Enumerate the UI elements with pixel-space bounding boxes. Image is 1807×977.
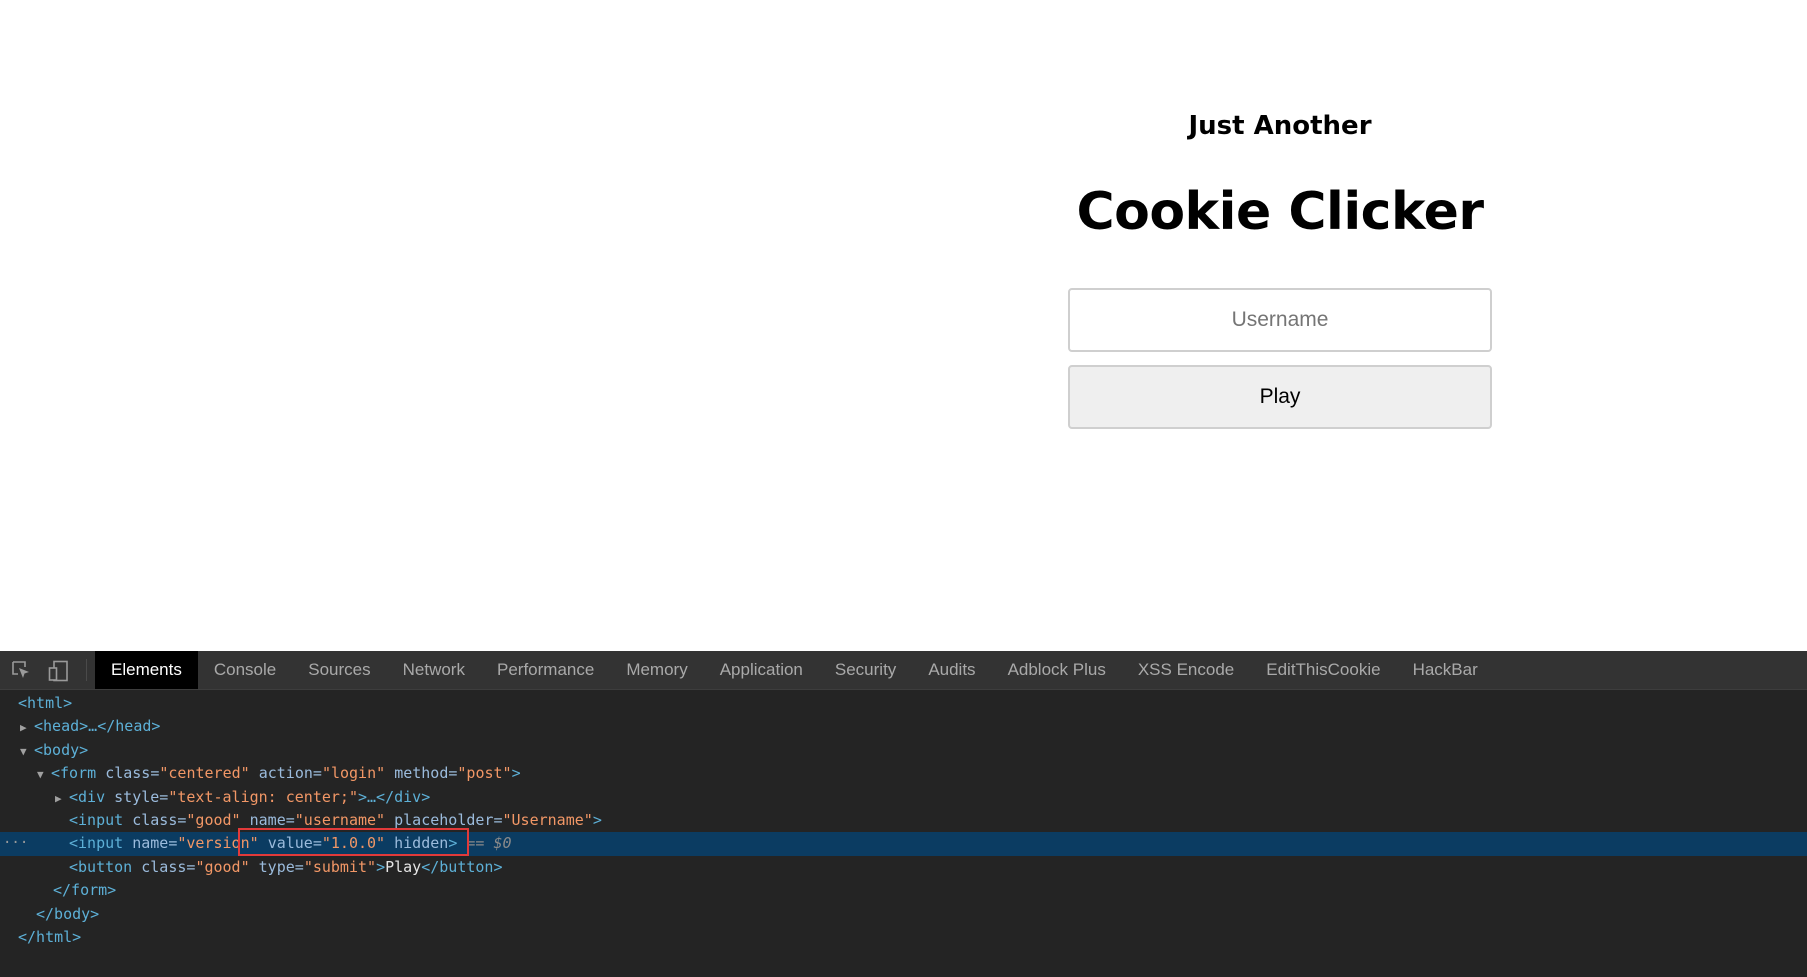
html-open-tag: <html> <box>18 694 73 712</box>
attr-name: class= <box>132 810 187 829</box>
dom-node-input-version-selected[interactable]: ··· <input name="version" value="1.0.0" h… <box>0 828 1807 857</box>
attr-name: type= <box>258 857 304 876</box>
dom-node-form[interactable]: ▼ <form class="centered" action="login" m… <box>0 762 1807 785</box>
tag-close: > <box>448 834 458 853</box>
selected-node-marker: == $0 <box>466 834 512 853</box>
dom-tree: <html> ▶ <head>…</head> ▼ <body> ▼ <form cl… <box>0 692 1807 949</box>
tab-adblock-plus[interactable]: Adblock Plus <box>992 651 1122 689</box>
form-close-tag: </form> <box>53 881 117 900</box>
attr-value: "submit" <box>303 857 377 876</box>
attr-name: action= <box>258 764 322 783</box>
devtools-tabs: Elements Console Sources Network Perform… <box>95 651 1494 689</box>
button-tag: <button <box>69 857 133 876</box>
dom-node-form-close[interactable]: </form> <box>0 879 1807 902</box>
page-title: Cookie Clicker <box>1076 182 1484 242</box>
tab-security[interactable]: Security <box>819 651 912 689</box>
devtools-toolbar: Elements Console Sources Network Perform… <box>0 651 1807 690</box>
page-subtitle: Just Another <box>1188 111 1372 141</box>
dom-node-div[interactable]: ▶ <div style="text-align: center;">…</div… <box>0 786 1807 809</box>
attr-name: name= <box>249 810 295 829</box>
attr-hidden: hidden <box>394 834 449 853</box>
collapse-triangle-icon[interactable]: ▼ <box>20 740 34 763</box>
attr-value: "Username" <box>502 810 593 829</box>
html-close-tag: </html> <box>18 927 82 946</box>
input-tag: <input <box>69 834 124 853</box>
play-button[interactable]: Play <box>1068 365 1492 429</box>
input-tag: <input <box>69 810 124 829</box>
dom-node-head[interactable]: ▶ <head>…</head> <box>0 715 1807 738</box>
collapse-triangle-icon[interactable]: ▼ <box>37 763 51 786</box>
dom-node-body-close[interactable]: </body> <box>0 903 1807 926</box>
attr-value: "centered" <box>159 764 250 783</box>
web-page: Just Another Cookie Clicker Play <box>0 0 1807 651</box>
tab-console[interactable]: Console <box>198 651 292 689</box>
tab-elements[interactable]: Elements <box>95 651 198 689</box>
dom-node-button[interactable]: <button class="good" type="submit">Play<… <box>0 856 1807 879</box>
attr-name: style= <box>114 787 169 806</box>
tab-xss-encode[interactable]: XSS Encode <box>1122 651 1250 689</box>
attr-name: class= <box>141 857 196 876</box>
tab-audits[interactable]: Audits <box>912 651 991 689</box>
attr-value: "good" <box>195 857 250 876</box>
attr-value-version: "1.0.0" <box>321 834 386 853</box>
tab-application[interactable]: Application <box>704 651 819 689</box>
attr-value: "post" <box>457 764 512 783</box>
tab-memory[interactable]: Memory <box>610 651 703 689</box>
tab-editthiscookie[interactable]: EditThisCookie <box>1250 651 1396 689</box>
attr-name: method= <box>394 764 458 783</box>
dom-node-body[interactable]: ▼ <body> <box>0 739 1807 762</box>
dom-node-html[interactable]: <html> <box>0 692 1807 715</box>
attr-value: "username" <box>294 810 386 829</box>
button-text-node: Play <box>385 857 422 876</box>
attr-name: class= <box>105 764 160 783</box>
attr-value: "good" <box>186 810 241 829</box>
tag-close: >…</div> <box>358 787 431 806</box>
attr-name: value= <box>267 834 322 853</box>
button-close-tag: </button> <box>421 857 503 876</box>
attr-value: "text-align: center;" <box>168 787 358 806</box>
devtools-panel: Elements Console Sources Network Perform… <box>0 651 1807 977</box>
tag-close: > <box>376 857 386 876</box>
form-tag: <form <box>51 764 97 783</box>
tab-sources[interactable]: Sources <box>292 651 386 689</box>
more-options-icon[interactable]: ··· <box>3 832 28 855</box>
dom-node-input-username[interactable]: <input class="good" name="username" plac… <box>0 809 1807 832</box>
expand-triangle-icon[interactable]: ▶ <box>20 716 34 739</box>
tab-performance[interactable]: Performance <box>481 651 610 689</box>
body-open-tag: <body> <box>34 740 89 759</box>
toolbar-divider <box>86 659 87 681</box>
attr-name: placeholder= <box>394 810 503 829</box>
tag-close: > <box>511 764 521 783</box>
expand-triangle-icon[interactable]: ▶ <box>55 787 69 810</box>
tab-hackbar[interactable]: HackBar <box>1397 651 1494 689</box>
attr-value: "login" <box>321 764 386 783</box>
div-tag: <div <box>69 787 106 806</box>
head-tag: <head>…</head> <box>34 717 161 736</box>
username-input[interactable] <box>1068 288 1492 352</box>
device-toolbar-icon[interactable] <box>48 660 68 682</box>
tag-close: > <box>592 810 602 829</box>
tab-network[interactable]: Network <box>387 651 481 689</box>
attr-name: name= <box>132 834 178 853</box>
dom-node-html-close[interactable]: </html> <box>0 926 1807 949</box>
inspect-element-icon[interactable] <box>11 660 31 680</box>
body-close-tag: </body> <box>36 904 100 923</box>
attr-value: "version" <box>177 834 259 853</box>
